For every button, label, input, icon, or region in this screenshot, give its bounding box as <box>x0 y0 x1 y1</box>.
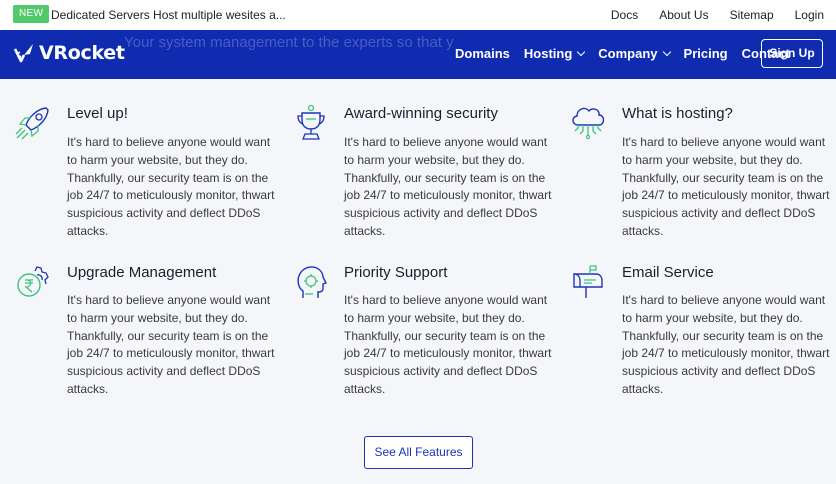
feature-desc-upgrade-management: It's hard to believe anyone would want t… <box>67 293 275 396</box>
top-bar: NEW Dedicated Servers Host multiple wesi… <box>0 0 836 30</box>
background-tagline: Your system management to the experts so… <box>124 34 454 51</box>
feature-title-priority-support: Priority Support <box>344 264 448 281</box>
nav-menu: Domains Hosting Company Pricing Contact <box>455 46 804 61</box>
support-head-icon <box>297 266 327 298</box>
chevron-down-icon <box>662 47 671 57</box>
sitemap-link[interactable]: Sitemap <box>730 8 774 22</box>
see-all-features-button[interactable]: See All Features <box>364 436 473 469</box>
trophy-icon <box>297 104 325 140</box>
nav-domains[interactable]: Domains <box>455 46 510 61</box>
nav-label: Pricing <box>683 46 728 61</box>
chevron-down-icon <box>577 47 586 57</box>
feature-title-email-service: Email Service <box>622 264 714 281</box>
rocket-logo-icon <box>13 44 33 63</box>
login-link[interactable]: Login <box>795 8 824 22</box>
nav-pricing[interactable]: Pricing <box>684 46 728 61</box>
feature-desc-level-up: It's hard to believe anyone would want t… <box>67 135 275 238</box>
sign-up-button[interactable]: Sign Up <box>761 39 823 68</box>
new-badge: NEW <box>13 5 50 23</box>
promo-link[interactable]: Dedicated Servers Host multiple wesites … <box>51 8 286 22</box>
feature-title-what-is-hosting: What is hosting? <box>622 105 733 122</box>
rupee-gear-icon <box>17 266 49 297</box>
logo-text: VRocket <box>39 42 125 64</box>
feature-title-award-winning-security: Award-winning security <box>344 105 498 122</box>
feature-title-level-up: Level up! <box>67 105 128 122</box>
mailbox-icon <box>573 265 603 298</box>
nav-label: Domains <box>455 46 510 61</box>
logo[interactable]: VRocket <box>13 41 125 65</box>
about-us-link[interactable]: About Us <box>659 8 708 22</box>
feature-desc-award-winning-security: It's hard to believe anyone would want t… <box>344 135 552 238</box>
nav-label: Hosting <box>523 46 573 61</box>
docs-link[interactable]: Docs <box>611 8 638 22</box>
nav-label: Company <box>598 46 658 61</box>
feature-desc-priority-support: It's hard to believe anyone would want t… <box>344 293 552 396</box>
main-nav: Your system management to the experts so… <box>0 30 836 79</box>
nav-hosting[interactable]: Hosting <box>523 46 586 61</box>
feature-desc-what-is-hosting: It's hard to believe anyone would want t… <box>622 135 830 238</box>
nav-company[interactable]: Company <box>598 46 671 61</box>
feature-title-upgrade-management: Upgrade Management <box>67 264 217 281</box>
top-links: Docs About Us Sitemap Login <box>590 8 824 22</box>
cloud-icon <box>572 107 605 140</box>
rocket-icon <box>15 107 49 140</box>
feature-desc-email-service: It's hard to believe anyone would want t… <box>622 293 830 396</box>
